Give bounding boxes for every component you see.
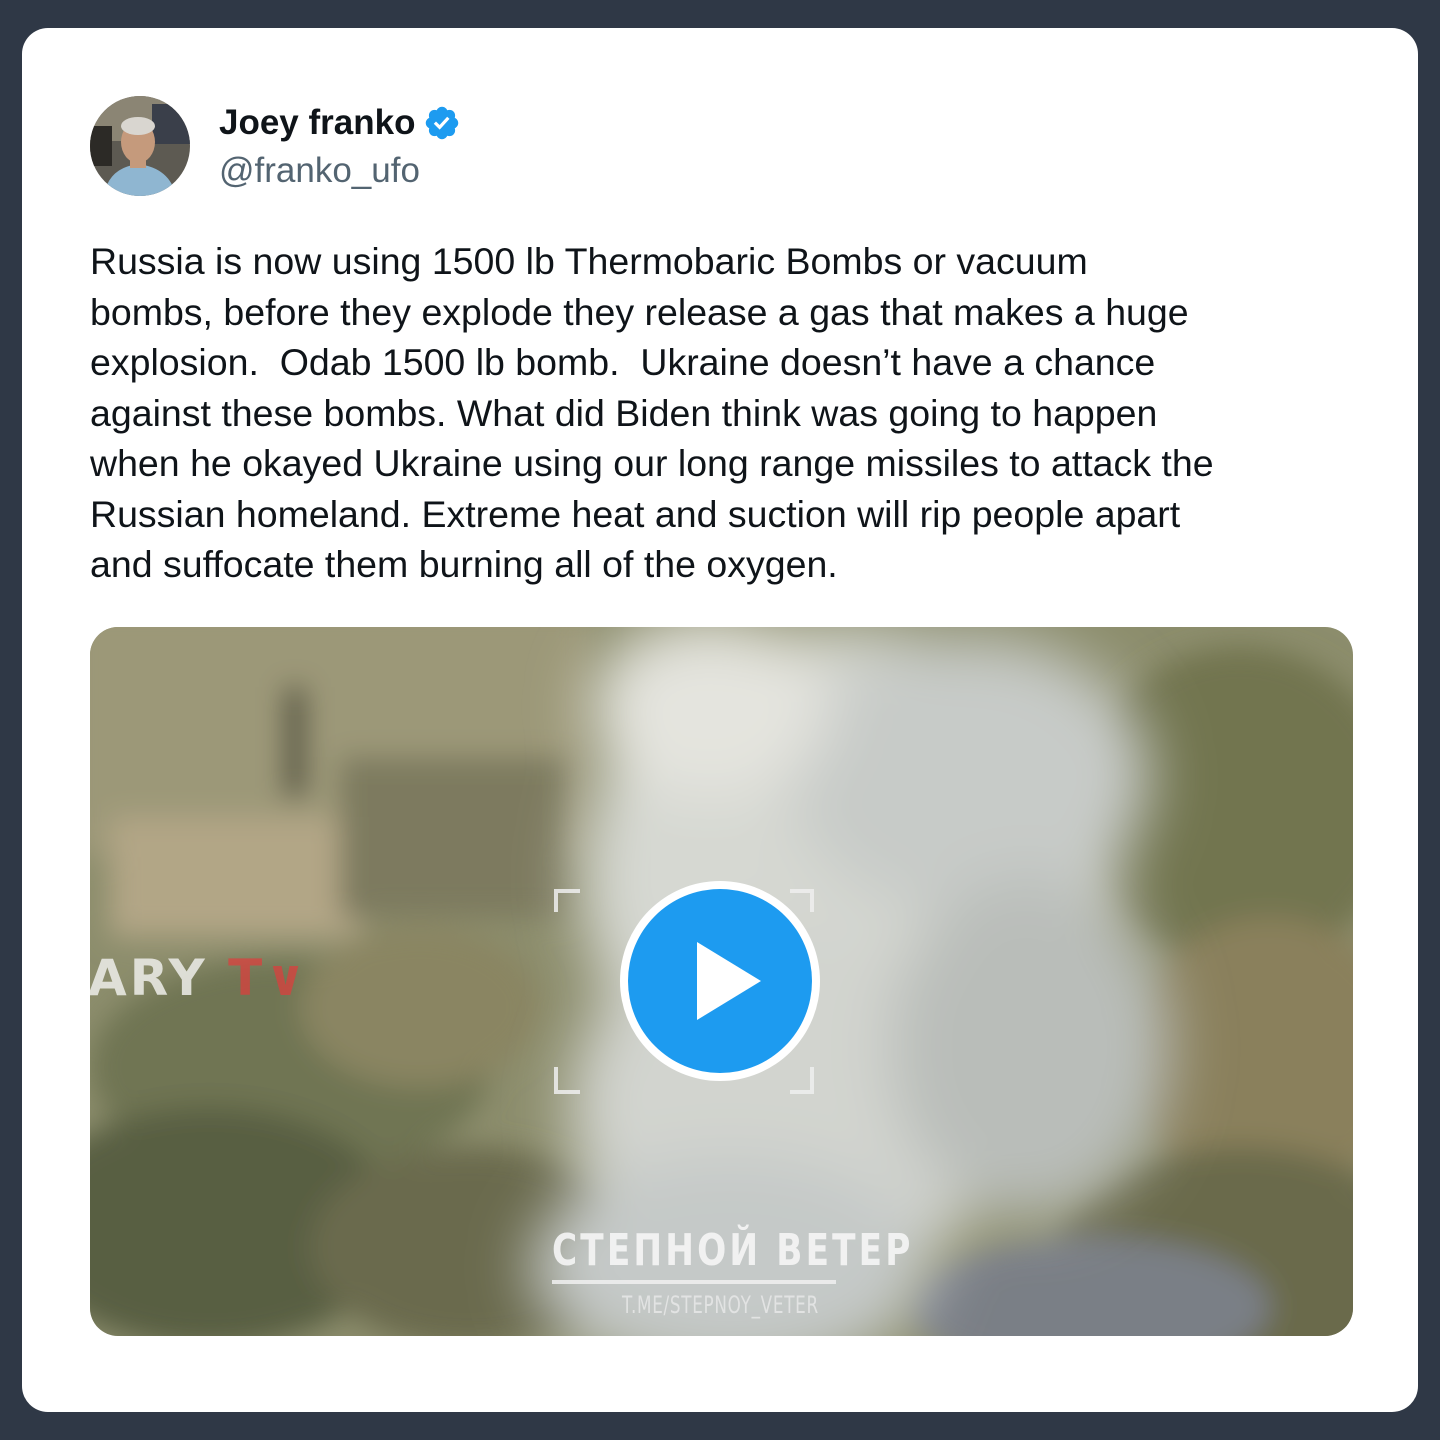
author-names: Joey franko @franko_ufo [219, 99, 461, 193]
tweet-card: Joey franko @franko_ufo Russia is now us… [22, 28, 1418, 1412]
watermark-left-suffix: T [228, 949, 266, 1007]
avatar[interactable] [90, 96, 190, 196]
watermark-divider [552, 1280, 836, 1284]
author-display-name[interactable]: Joey franko [219, 99, 415, 147]
watermark-left-text: ARY [90, 949, 208, 1007]
video-player[interactable]: ARY T∨ СТЕПНОЙ ВЕТЕР T.ME/STEPNOY_VETER [90, 627, 1353, 1336]
tweet-text: Russia is now using 1500 lb Thermobaric … [90, 240, 1214, 585]
watermark-left: ARY T∨ [90, 949, 309, 1007]
chevron-logo-icon: ∨ [265, 949, 309, 1007]
watermark-url: T.ME/STEPNOY_VETER [622, 1291, 819, 1319]
verified-badge-icon [423, 104, 461, 142]
author-handle[interactable]: @franko_ufo [219, 149, 461, 193]
watermark-title: СТЕПНОЙ ВЕТЕР [552, 1225, 914, 1276]
tweet-header: Joey franko @franko_ufo [90, 96, 461, 196]
name-row: Joey franko [219, 99, 461, 147]
avatar-image [90, 96, 190, 196]
play-button[interactable] [615, 876, 825, 1086]
play-icon [620, 881, 820, 1081]
